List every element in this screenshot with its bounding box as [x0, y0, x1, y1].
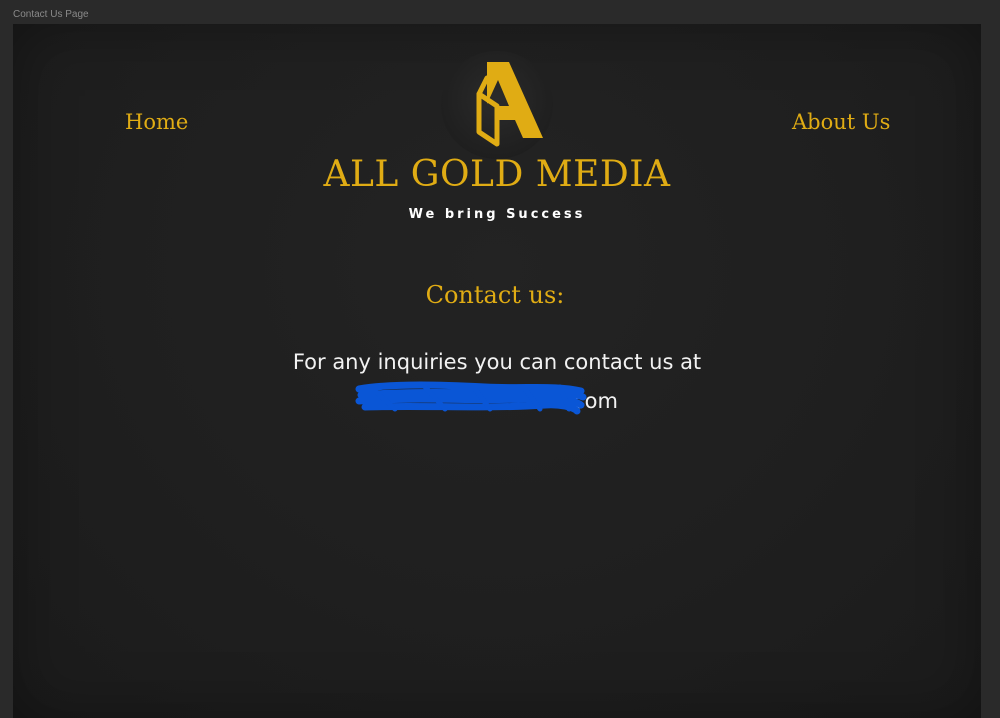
nav-home-link[interactable]: Home: [125, 110, 188, 134]
brand-tagline: We bring Success: [408, 207, 586, 222]
brand-name: ALL GOLD MEDIA: [323, 154, 671, 195]
frame-label: Contact Us Page: [13, 9, 89, 20]
contact-description: For any inquiries you can contact us at: [292, 350, 702, 374]
contact-page-artboard: Home About Us ALL GOLD MEDIA We bring Su…: [13, 24, 981, 718]
nav-about-link[interactable]: About Us: [792, 110, 890, 134]
contact-heading: Contact us:: [425, 281, 565, 309]
redaction-scribble: [355, 381, 587, 415]
letter-a-logo-icon: [476, 62, 543, 147]
